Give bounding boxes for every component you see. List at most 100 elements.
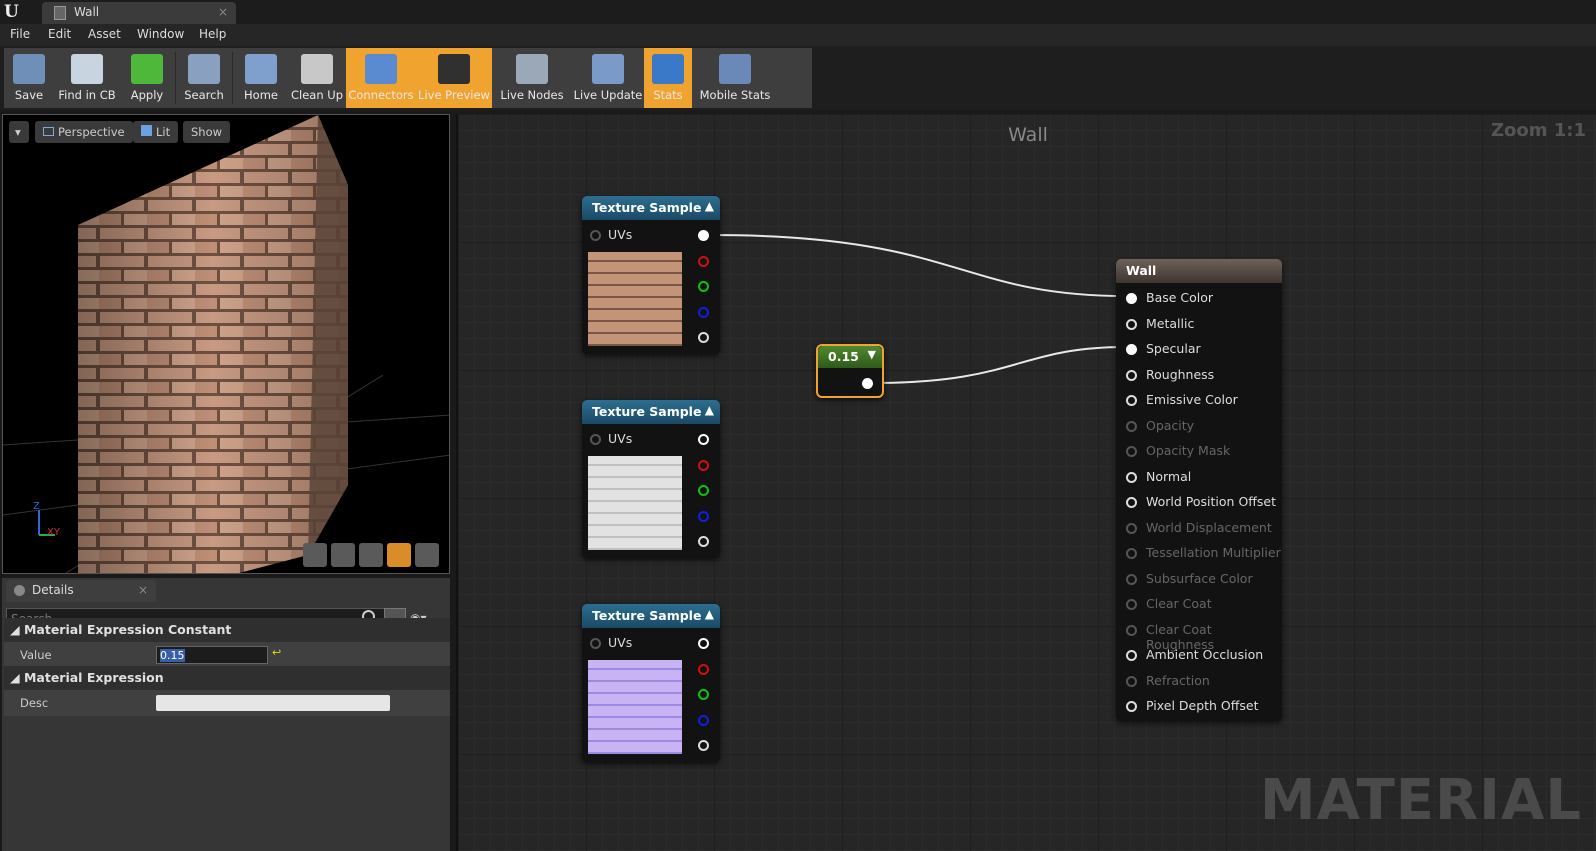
input-pin-icon[interactable] bbox=[1126, 471, 1137, 483]
menu-help[interactable]: Help bbox=[199, 27, 226, 41]
desc-input[interactable] bbox=[156, 695, 390, 711]
toolbar-label: Stats bbox=[653, 88, 683, 102]
preview-plane-icon[interactable] bbox=[359, 543, 383, 567]
node-header[interactable]: Texture Sample ▲ bbox=[582, 196, 720, 220]
output-pin-icon[interactable] bbox=[698, 434, 709, 445]
input-pin-icon[interactable] bbox=[1126, 650, 1137, 661]
preview-mesh-icon[interactable] bbox=[415, 543, 439, 567]
axis-z-label: Z bbox=[33, 501, 40, 512]
node-header[interactable]: Texture Sample ▲ bbox=[582, 400, 720, 424]
toolbar-home-button[interactable]: Home bbox=[234, 48, 288, 108]
texture-sample-node[interactable]: Texture Sample ▲ UVs bbox=[582, 604, 720, 762]
menu-file[interactable]: File bbox=[10, 27, 30, 41]
material-pin-base-color: Base Color bbox=[1146, 290, 1214, 305]
node-title: Texture Sample bbox=[592, 200, 702, 215]
output-pin-icon[interactable] bbox=[698, 485, 709, 496]
viewport-show-button[interactable]: Show bbox=[183, 121, 231, 143]
toolbar-label: Live Update bbox=[573, 88, 643, 102]
node-header[interactable]: Wall bbox=[1116, 259, 1282, 283]
toolbar-live-nodes-button[interactable]: Live Nodes bbox=[492, 48, 572, 108]
toolbar-stats-button[interactable]: Stats bbox=[644, 48, 692, 108]
viewport-scene bbox=[3, 115, 449, 573]
preview-sphere-icon[interactable] bbox=[331, 543, 355, 567]
collapse-arrow-icon[interactable]: ▲ bbox=[705, 199, 714, 213]
texture-sample-node[interactable]: Texture Sample ▲ UVs bbox=[582, 196, 720, 354]
output-pin-icon[interactable] bbox=[698, 255, 709, 267]
texture-sample-node[interactable]: Texture Sample ▲ UVs bbox=[582, 400, 720, 558]
input-pin-icon[interactable] bbox=[1126, 369, 1137, 381]
output-pin-icon[interactable] bbox=[698, 306, 709, 318]
input-pin-icon bbox=[1126, 548, 1137, 559]
reset-to-default-icon[interactable]: ↩ bbox=[272, 646, 281, 659]
viewport-perspective-button[interactable]: Perspective bbox=[35, 121, 133, 143]
output-pin-icon[interactable] bbox=[698, 332, 709, 343]
collapse-arrow-icon[interactable]: ▼ bbox=[868, 348, 876, 361]
output-pin-icon[interactable] bbox=[698, 281, 709, 292]
collapse-arrow-icon[interactable]: ▲ bbox=[705, 607, 714, 621]
output-pin-icon[interactable] bbox=[698, 689, 709, 700]
input-pin-icon[interactable] bbox=[1126, 497, 1137, 508]
node-header[interactable]: 0.15 ▼ bbox=[818, 346, 882, 368]
output-pin-icon[interactable] bbox=[698, 510, 709, 522]
collapse-arrow-icon[interactable]: ▲ bbox=[705, 403, 714, 417]
toolbar-apply-button[interactable]: Apply bbox=[120, 48, 174, 108]
toolbar-clean-up-button[interactable]: Clean Up bbox=[288, 48, 346, 108]
texture-thumbnail-brick-diffuse bbox=[588, 252, 682, 346]
input-pin-icon[interactable] bbox=[1126, 344, 1137, 355]
material-pin-emissive-color: Emissive Color bbox=[1146, 392, 1238, 407]
input-pin-icon[interactable] bbox=[1126, 395, 1137, 406]
output-pin-icon[interactable] bbox=[698, 536, 709, 547]
toolbar-live-preview-button[interactable]: Live Preview bbox=[416, 48, 492, 108]
category-material-expression[interactable]: ◢ Material Expression bbox=[4, 666, 450, 690]
output-pin-icon[interactable] bbox=[698, 740, 709, 751]
output-pin-icon[interactable] bbox=[698, 714, 709, 726]
toolbar-mobile-stats-button[interactable]: Mobile Stats bbox=[692, 48, 778, 108]
constant-node[interactable]: 0.15 ▼ bbox=[816, 344, 884, 398]
apply-check-icon bbox=[131, 54, 163, 84]
input-pin-icon bbox=[1126, 573, 1137, 585]
toolbar-label: Clean Up bbox=[290, 88, 343, 102]
category-label: Material Expression bbox=[23, 670, 164, 685]
output-pin-icon[interactable] bbox=[698, 459, 709, 471]
close-details-icon[interactable]: × bbox=[138, 583, 148, 597]
output-pin-icon[interactable] bbox=[698, 663, 709, 675]
menu-edit[interactable]: Edit bbox=[48, 27, 71, 41]
material-graph[interactable]: Wall Zoom 1:1 MATERIAL Texture Sample ▲ UV… bbox=[456, 114, 1596, 851]
toolbar-label: Find in CB bbox=[58, 88, 116, 102]
preview-cylinder-icon[interactable] bbox=[303, 543, 327, 567]
uvs-input-pin-icon[interactable] bbox=[590, 638, 601, 649]
toolbar-live-update-button[interactable]: Live Update bbox=[572, 48, 644, 108]
toolbar-connectors-button[interactable]: Connectors bbox=[346, 48, 416, 108]
node-header[interactable]: Texture Sample ▲ bbox=[582, 604, 720, 628]
output-pin-icon[interactable] bbox=[698, 638, 709, 649]
document-tab[interactable]: Wall × bbox=[42, 2, 236, 24]
details-tab[interactable]: Details × bbox=[6, 580, 156, 602]
output-pin-icon[interactable] bbox=[862, 378, 873, 389]
material-output-node[interactable]: Wall Base Color Metallic Specular Roughness E… bbox=[1116, 259, 1282, 721]
input-pin-icon[interactable] bbox=[1126, 701, 1137, 712]
output-pin-icon[interactable] bbox=[698, 230, 709, 241]
toolbar-save-button[interactable]: Save bbox=[4, 48, 54, 108]
viewport-options-dropdown[interactable]: ▾ bbox=[9, 121, 29, 143]
binoculars-icon bbox=[188, 54, 220, 84]
toolbar-find-in-cb-button[interactable]: Find in CB bbox=[54, 48, 120, 108]
viewport-lit-button[interactable]: Lit bbox=[133, 121, 179, 143]
material-pin-world-displacement: World Displacement bbox=[1146, 519, 1272, 535]
category-material-expression-constant[interactable]: ◢ Material Expression Constant bbox=[4, 618, 450, 642]
material-pin-roughness: Roughness bbox=[1146, 366, 1215, 382]
preview-viewport[interactable]: ▾ Perspective Lit Show Z XY bbox=[2, 114, 450, 574]
toolbar-label: Save bbox=[14, 88, 44, 102]
preview-cube-icon[interactable] bbox=[387, 543, 411, 567]
toolbar-label: Search bbox=[184, 88, 224, 102]
uvs-input-pin-icon[interactable] bbox=[590, 434, 601, 445]
menu-asset[interactable]: Asset bbox=[88, 27, 121, 41]
close-tab-icon[interactable]: × bbox=[218, 5, 228, 19]
menu-window[interactable]: Window bbox=[137, 27, 184, 41]
material-pin-subsurface-color: Subsurface Color bbox=[1146, 570, 1253, 586]
toolbar-search-button[interactable]: Search bbox=[177, 48, 231, 108]
connectors-icon bbox=[365, 54, 397, 84]
input-pin-icon[interactable] bbox=[1126, 293, 1137, 304]
input-pin-icon[interactable] bbox=[1126, 318, 1137, 330]
uvs-input-pin-icon[interactable] bbox=[590, 230, 601, 241]
value-input[interactable]: 0.15 bbox=[156, 646, 268, 664]
